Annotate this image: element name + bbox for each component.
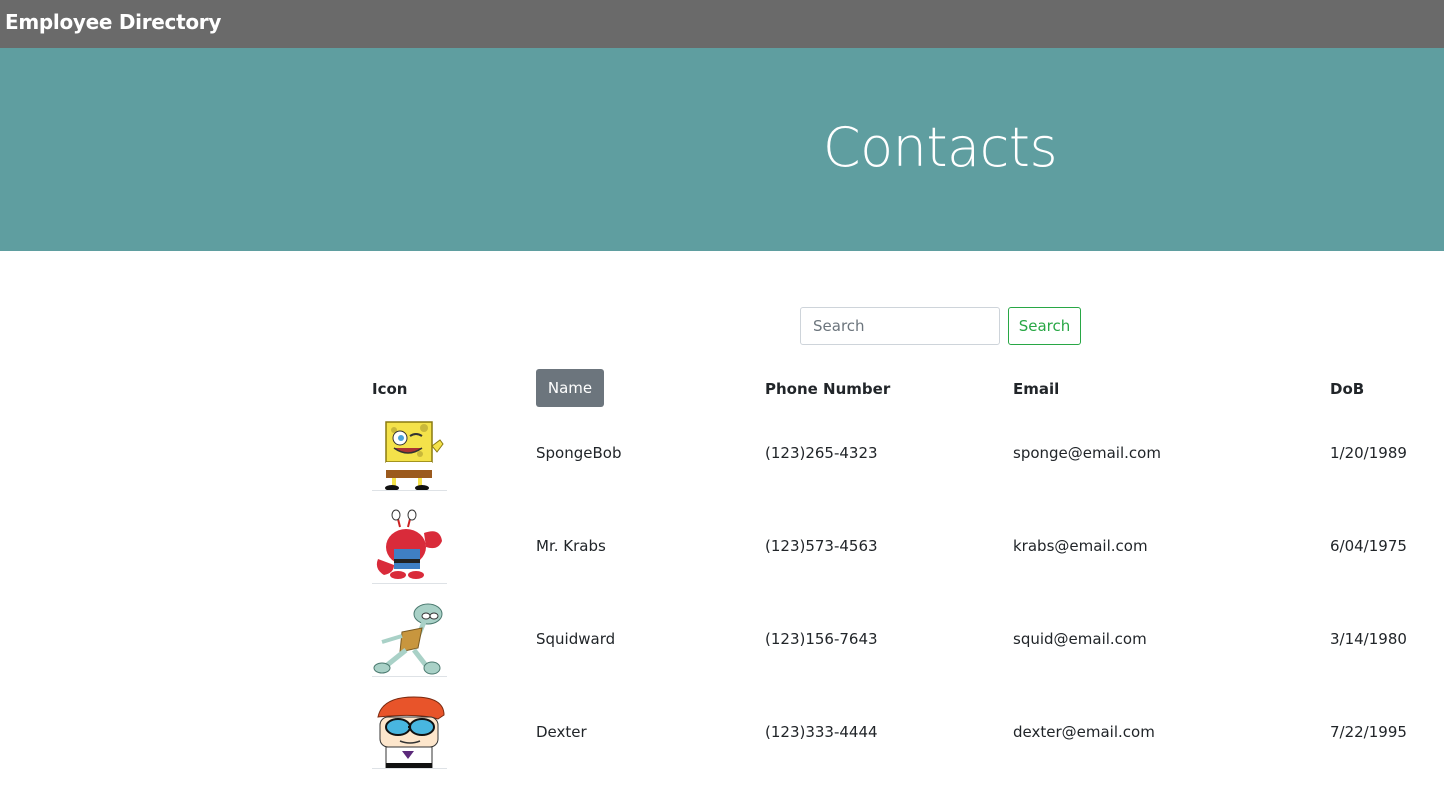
column-header-dob: DoB [1330,380,1365,398]
table-row: Dexter (123)333-4444 dexter@email.com 7/… [0,695,1444,788]
employee-dob: 1/20/1989 [1330,444,1407,462]
employee-email: sponge@email.com [1013,444,1161,462]
employee-email: dexter@email.com [1013,723,1155,741]
search-input[interactable] [800,307,1000,345]
column-header-icon: Icon [372,380,408,398]
column-header-phone: Phone Number [765,380,891,398]
employee-name: Dexter [536,723,587,741]
table-row: Mr. Krabs (123)573-4563 krabs@email.com … [0,509,1444,602]
navbar-brand[interactable]: Employee Directory [5,10,221,34]
spongebob-avatar [372,416,447,491]
employee-email: squid@email.com [1013,630,1147,648]
page-title: Contacts [822,116,1058,179]
jumbotron: Contacts [0,48,1444,251]
employee-phone: (123)573-4563 [765,537,878,555]
employee-name: Squidward [536,630,616,648]
dexter-avatar [372,695,447,769]
employee-phone: (123)333-4444 [765,723,878,741]
employee-dob: 7/22/1995 [1330,723,1407,741]
table-row: Squidward (123)156-7643 squid@email.com … [0,602,1444,695]
column-header-email: Email [1013,380,1060,398]
table-row: SpongeBob (123)265-4323 sponge@email.com… [0,416,1444,509]
employee-phone: (123)156-7643 [765,630,878,648]
employee-name: SpongeBob [536,444,622,462]
employee-phone: (123)265-4323 [765,444,878,462]
search-button[interactable]: Search [1008,307,1081,345]
employee-dob: 6/04/1975 [1330,537,1407,555]
sort-by-name-button[interactable]: Name [536,369,604,407]
squidward-avatar [372,602,447,677]
top-navbar: Employee Directory [0,0,1444,48]
employee-dob: 3/14/1980 [1330,630,1407,648]
mr-krabs-avatar [372,509,447,584]
employee-email: krabs@email.com [1013,537,1148,555]
employee-name: Mr. Krabs [536,537,606,555]
